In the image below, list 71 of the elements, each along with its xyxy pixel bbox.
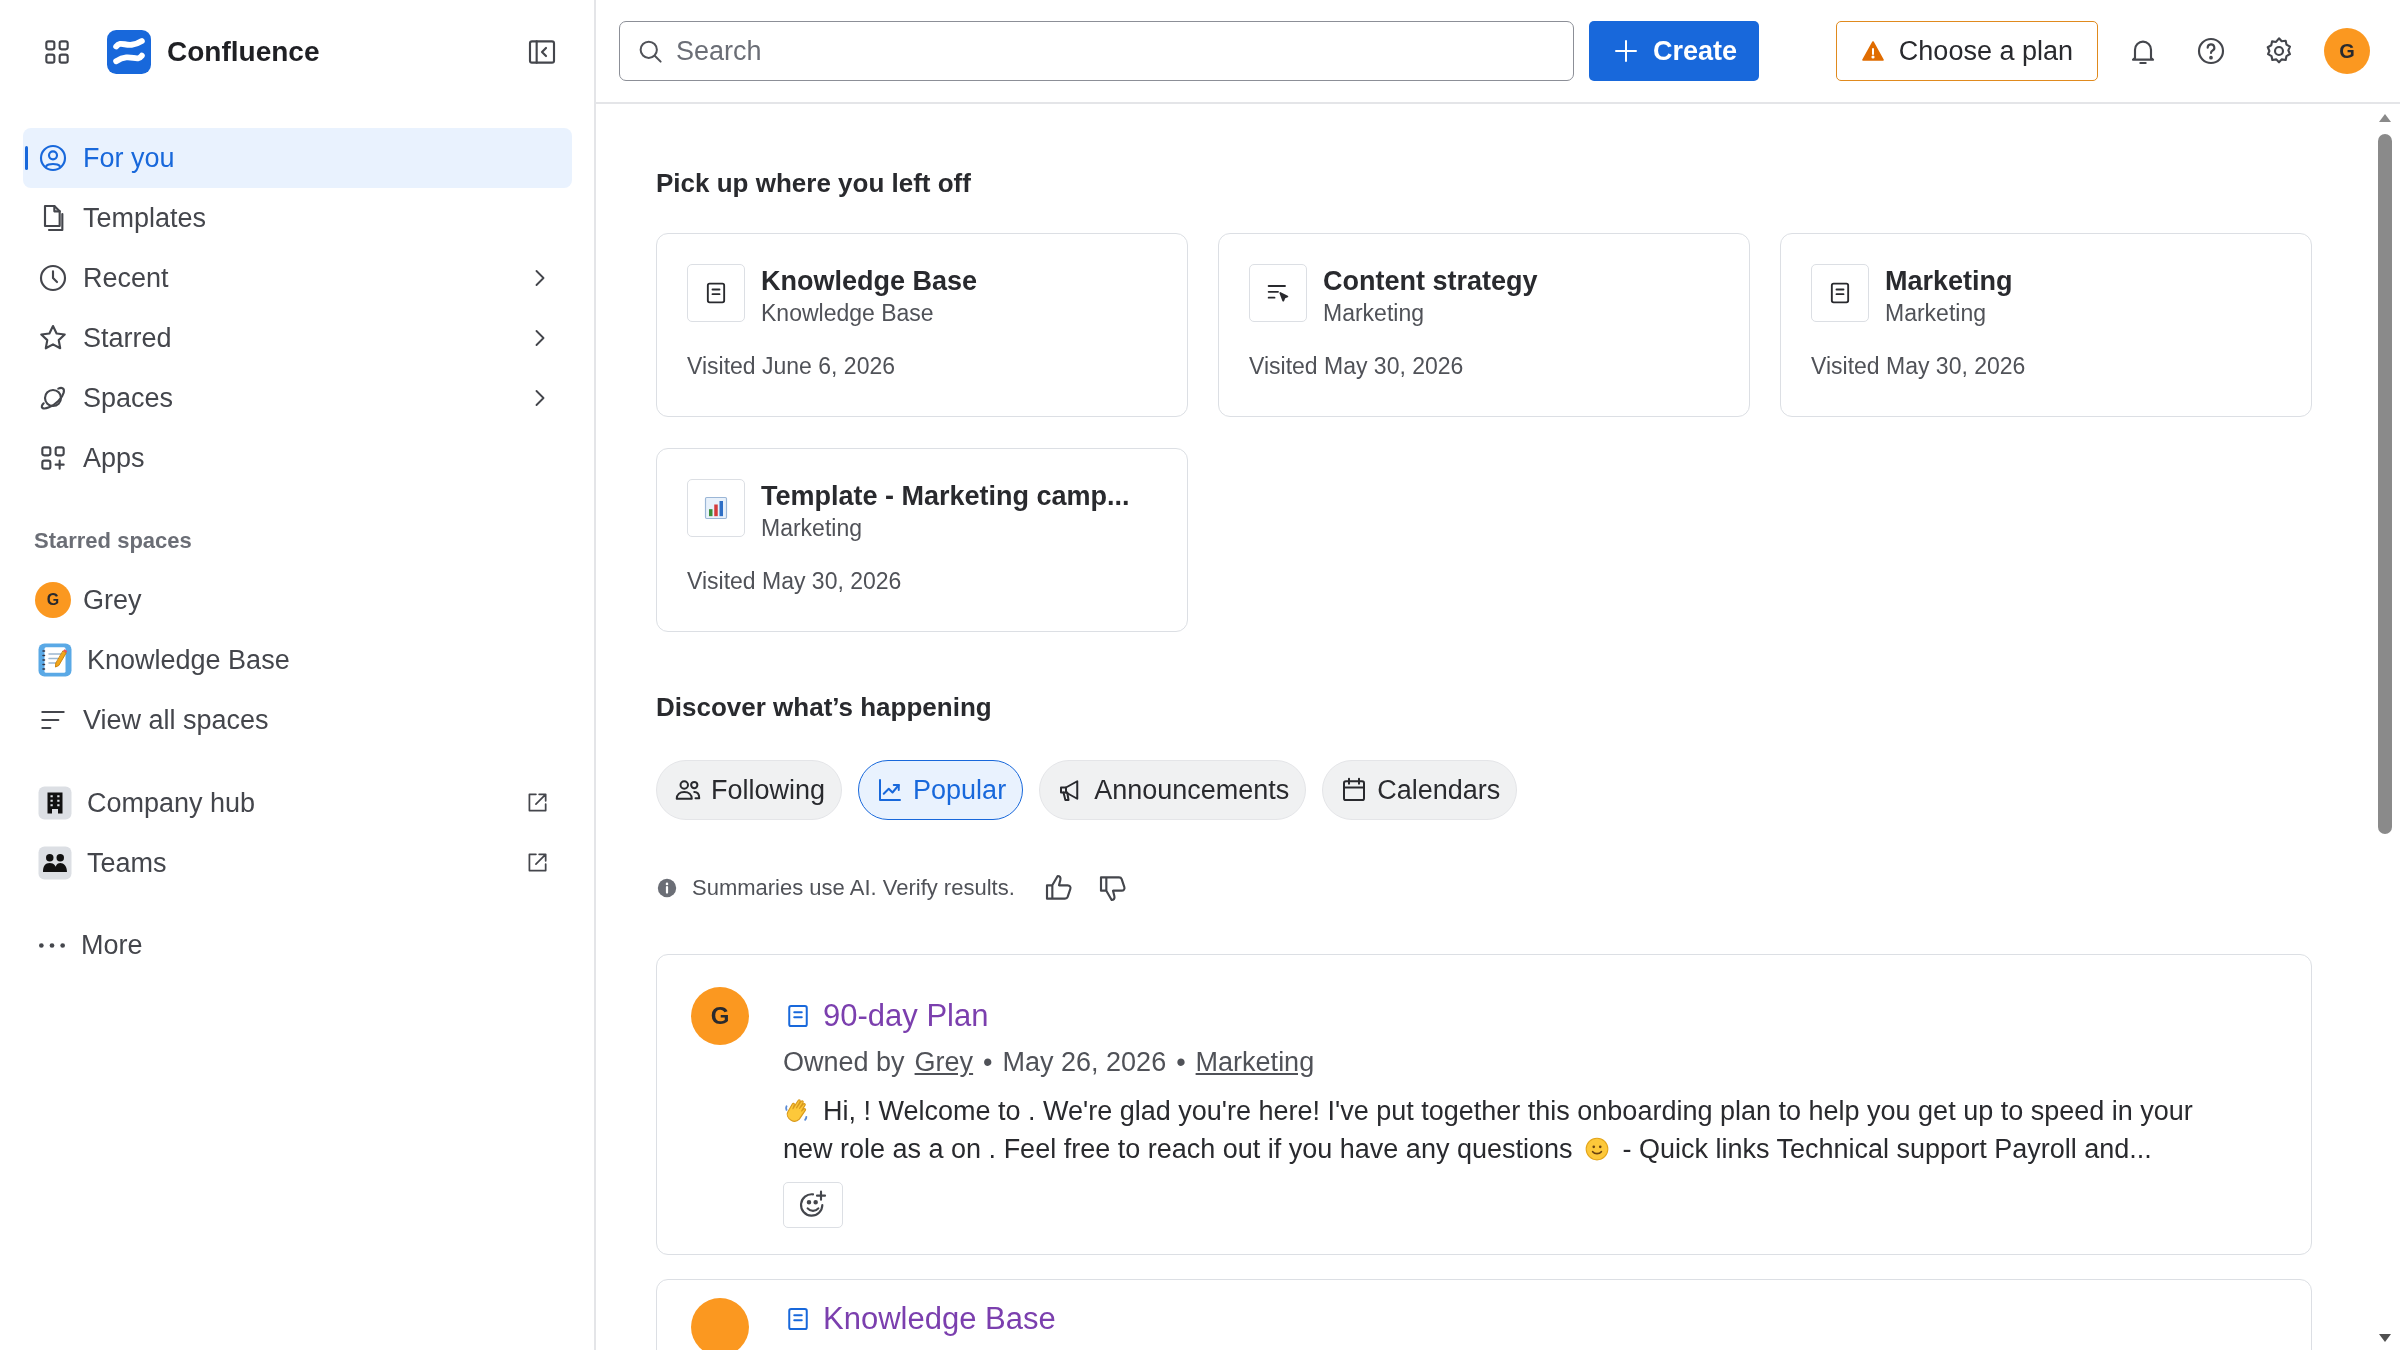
page-title-link[interactable]: 90-day Plan (823, 998, 989, 1034)
profile-avatar[interactable]: G (2324, 28, 2370, 74)
space-link[interactable]: Marketing (1195, 1047, 1315, 1078)
help-icon (2195, 35, 2227, 67)
nav-item[interactable]: For you (23, 128, 572, 188)
nav-item[interactable]: Spaces (23, 368, 572, 428)
section-heading: Pick up where you left off (656, 167, 972, 200)
author-avatar (691, 1298, 749, 1350)
visited-date: Visited May 30, 2026 (1811, 353, 2027, 381)
visited-date: Visited June 6, 2026 (687, 353, 896, 381)
create-button[interactable]: Create (1589, 21, 1759, 81)
recent-card[interactable]: Content strategy Marketing Visited May 30, 2026 (1218, 233, 1750, 417)
confluence-logo-icon (107, 30, 151, 74)
visited-date: Visited May 30, 2026 (1249, 353, 1465, 381)
notebook-icon (37, 642, 73, 678)
owner-link[interactable]: Grey (914, 1047, 974, 1078)
warning-icon (1860, 39, 1885, 63)
recent-card[interactable]: Marketing Marketing Visited May 30, 2026 (1780, 233, 2312, 417)
space-name: Marketing (1323, 299, 1425, 328)
filter-chip[interactable]: Calendars (1322, 760, 1518, 820)
sidebar-link[interactable]: Teams (23, 833, 572, 893)
excerpt-text: new role as a on . Feel free to reach out if you have any questions (783, 1133, 1573, 1166)
building-icon (37, 785, 73, 821)
scroll-down-arrow[interactable] (2377, 1332, 2393, 1344)
filter-chip[interactable]: Following (656, 760, 843, 820)
recent-card[interactable]: Template - Marketing camp... Marketing Visited May 30, 2026 (656, 448, 1188, 632)
author-avatar: G (691, 987, 749, 1045)
more-icon (39, 942, 65, 948)
person-icon (37, 142, 69, 174)
ai-disclaimer: Summaries use AI. Verify results. (692, 875, 1015, 901)
more-item[interactable]: More (23, 915, 572, 975)
card-title: Template - Marketing camp... (761, 480, 1130, 513)
page-title-link[interactable]: Knowledge Base (823, 1301, 1056, 1337)
space-name: Marketing (1885, 299, 1987, 328)
space-name: Marketing (761, 514, 863, 543)
info-icon (656, 877, 678, 899)
clock-icon (37, 262, 69, 294)
excerpt-text: - Quick links Technical support Payroll and... (1622, 1133, 2152, 1166)
choose-plan-button[interactable]: Choose a plan (1835, 21, 2098, 81)
nav-item[interactable]: Templates (23, 188, 572, 248)
recent-card[interactable]: Knowledge Base Knowledge Base Visited June 6, 2026 (656, 233, 1188, 417)
chart-icon (702, 494, 730, 522)
filter-chip[interactable]: Announcements (1039, 760, 1307, 820)
bullet-separator: • (1176, 1047, 1186, 1078)
nav-item[interactable]: Recent (23, 248, 572, 308)
sidebar-link[interactable]: Company hub (23, 773, 572, 833)
visited-date: Visited May 30, 2026 (687, 568, 903, 596)
space-item[interactable]: G Grey (23, 570, 572, 630)
app-name: Confluence (167, 36, 320, 68)
bullet-separator: • (983, 1047, 993, 1078)
owned-by-label: Owned by (783, 1047, 905, 1078)
excerpt-text: Hi, ! Welcome to . We're glad you're here! I've put together this onboarding plan to help you get up to speed in your (823, 1095, 2193, 1128)
filter-chip[interactable]: Popular (858, 760, 1024, 820)
search-field[interactable]: Search (619, 21, 1574, 81)
card-title: Knowledge Base (761, 265, 978, 298)
section-heading: Discover what’s happening (656, 691, 993, 724)
scroll-thumb[interactable] (2378, 134, 2392, 834)
card-title: Content strategy (1323, 265, 1538, 298)
nav-item[interactable]: Starred (23, 308, 572, 368)
scroll-up-arrow[interactable] (2377, 112, 2393, 124)
section-heading: Starred spaces (34, 527, 193, 555)
nav-item[interactable]: Apps (23, 428, 572, 488)
avatar-icon: G (35, 582, 71, 618)
space-name: Knowledge Base (761, 299, 935, 328)
smiley-icon (1584, 1136, 1611, 1162)
space-item[interactable]: Knowledge Base (23, 630, 572, 690)
people-icon (37, 845, 73, 881)
space-item[interactable]: View all spaces (23, 690, 572, 750)
date-text: May 26, 2026 (1002, 1047, 1167, 1078)
card-title: Marketing (1885, 265, 2013, 298)
add-reaction-button[interactable] (783, 1182, 843, 1228)
